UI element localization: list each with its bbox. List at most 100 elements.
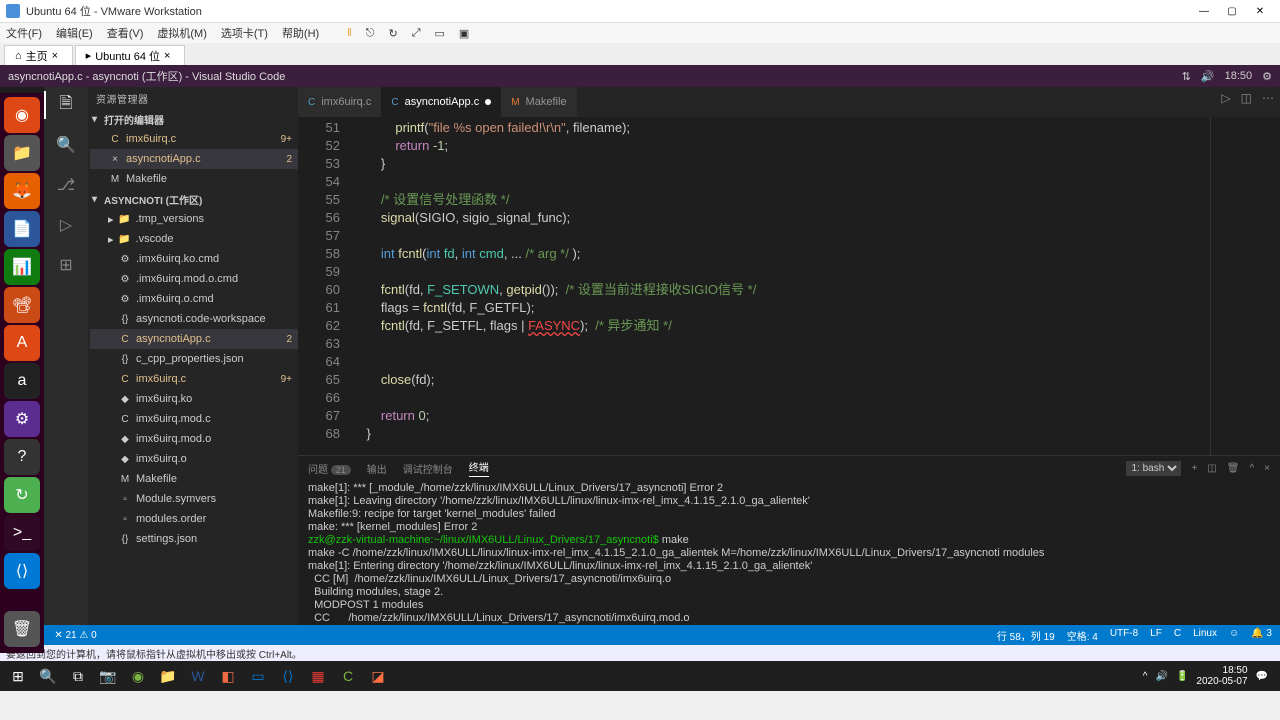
tray-date[interactable]: 2020-05-07 — [1196, 676, 1247, 687]
tab-terminal[interactable]: 终端 — [469, 459, 489, 477]
tree-file[interactable]: {}asyncnoti.code-workspace — [90, 309, 298, 329]
taskbar-app[interactable]: 📷 — [94, 663, 122, 689]
tray-time[interactable]: 18:50 — [1196, 665, 1247, 676]
tree-file[interactable]: ⚙.imx6uirq.o.cmd — [90, 289, 298, 309]
gear-icon[interactable]: ⚙ — [1262, 70, 1272, 83]
task-view-icon[interactable]: ⧉ — [64, 663, 92, 689]
maximize-button[interactable]: ▢ — [1218, 1, 1246, 21]
tray-icon[interactable]: ^ — [1143, 671, 1148, 682]
tree-file[interactable]: {}c_cpp_properties.json — [90, 349, 298, 369]
menu-help[interactable]: 帮助(H) — [282, 25, 319, 41]
dock-settings-icon[interactable]: ⚙ — [4, 401, 40, 437]
tree-file[interactable]: ▫modules.order — [90, 509, 298, 529]
tree-file[interactable]: ◆imx6uirq.ko — [90, 389, 298, 409]
more-icon[interactable]: ⋯ — [1262, 91, 1274, 105]
taskbar-app[interactable]: ◉ — [124, 663, 152, 689]
dock-software-icon[interactable]: A — [4, 325, 40, 361]
start-button[interactable]: ⊞ — [4, 663, 32, 689]
run-icon[interactable]: ▷ — [1221, 91, 1230, 105]
workspace-header[interactable]: ▾ASYNCNOTI (工作区) — [88, 189, 298, 209]
status-eol[interactable]: LF — [1150, 628, 1162, 643]
toolbar-icon[interactable]: ↻ — [388, 27, 397, 40]
toolbar-icon[interactable]: ▣ — [459, 27, 469, 40]
sound-icon[interactable]: 🔊 — [1201, 70, 1215, 83]
tree-file[interactable]: Cimx6uirq.mod.c — [90, 409, 298, 429]
tree-file[interactable]: ◆imx6uirq.mod.o — [90, 429, 298, 449]
open-editors-header[interactable]: ▾打开的编辑器 — [88, 109, 298, 129]
toolbar-icon[interactable]: ⤢ — [412, 27, 421, 40]
status-problems[interactable]: ✕ 21 ⚠ 0 — [54, 630, 96, 641]
dock-terminal-icon[interactable]: >_ — [4, 515, 40, 551]
editor[interactable]: 515253545556575859606162636465666768 pri… — [298, 117, 1280, 455]
dock-dash-icon[interactable]: ◉ — [4, 97, 40, 133]
dock-files-icon[interactable]: 📁 — [4, 135, 40, 171]
menu-edit[interactable]: 编辑(E) — [56, 25, 93, 41]
tree-file[interactable]: MMakefile — [90, 469, 298, 489]
menu-file[interactable]: 文件(F) — [6, 25, 42, 41]
open-editor-item[interactable]: Cimx6uirq.c9+ — [90, 129, 298, 149]
taskbar-app[interactable]: W — [184, 663, 212, 689]
search-icon[interactable]: 🔍 — [34, 663, 62, 689]
dock-update-icon[interactable]: ↻ — [4, 477, 40, 513]
tray-icon[interactable]: 🔋 — [1176, 671, 1188, 682]
tree-file[interactable]: ▫Module.symvers — [90, 489, 298, 509]
tree-file[interactable]: {}settings.json — [90, 529, 298, 549]
tree-file[interactable]: Cimx6uirq.c9+ — [90, 369, 298, 389]
dock-writer-icon[interactable]: 📄 — [4, 211, 40, 247]
code-content[interactable]: printf("file %s open failed!\r\n", filen… — [352, 117, 1210, 455]
new-terminal-icon[interactable]: + — [1191, 463, 1197, 474]
tree-file[interactable]: ⚙.imx6uirq.mod.o.cmd — [90, 269, 298, 289]
dock-amazon-icon[interactable]: a — [4, 363, 40, 399]
split-icon[interactable]: ◫ — [1241, 91, 1252, 105]
system-tray[interactable]: ^ 🔊 🔋 18:502020-05-07 💬 — [1143, 665, 1276, 687]
status-language[interactable]: C — [1174, 628, 1181, 643]
status-feedback-icon[interactable]: ☺ — [1229, 628, 1239, 643]
notifications-icon[interactable]: 💬 — [1256, 671, 1268, 682]
tab-output[interactable]: 输出 — [367, 461, 387, 476]
status-spaces[interactable]: 空格: 4 — [1067, 628, 1098, 643]
minimize-button[interactable]: — — [1190, 1, 1218, 21]
dock-firefox-icon[interactable]: 🦊 — [4, 173, 40, 209]
taskbar-app[interactable]: 📁 — [154, 663, 182, 689]
tree-file[interactable]: ⚙.imx6uirq.ko.cmd — [90, 249, 298, 269]
tab-debug-console[interactable]: 调试控制台 — [403, 461, 453, 476]
toolbar-icon[interactable]: ▭ — [435, 27, 445, 40]
network-icon[interactable]: ⇅ — [1182, 70, 1191, 83]
tree-folder[interactable]: ▸📁.tmp_versions — [90, 209, 298, 229]
split-terminal-icon[interactable]: ◫ — [1207, 463, 1216, 474]
editor-tab-active[interactable]: CasyncnotiApp.c — [381, 87, 501, 117]
taskbar-app[interactable]: ⟨⟩ — [274, 663, 302, 689]
dock-help-icon[interactable]: ? — [4, 439, 40, 475]
trash-icon[interactable]: 🗑 — [1227, 463, 1240, 474]
search-icon[interactable]: 🔍 — [54, 133, 78, 157]
tab-problems[interactable]: 问题 21 — [308, 461, 351, 476]
status-bell[interactable]: 🔔 3 — [1251, 628, 1272, 643]
tree-file[interactable]: CasyncnotiApp.c2 — [90, 329, 298, 349]
taskbar-app[interactable]: ▭ — [244, 663, 272, 689]
pause-icon[interactable]: ‖ — [347, 27, 352, 39]
dock-trash-icon[interactable]: 🗑 — [4, 611, 40, 647]
tree-folder[interactable]: ▸📁.vscode — [90, 229, 298, 249]
dock-impress-icon[interactable]: 📽 — [4, 287, 40, 323]
taskbar-app[interactable]: ◧ — [214, 663, 242, 689]
dock-vscode-icon[interactable]: ⟨⟩ — [4, 553, 40, 589]
status-cursor[interactable]: 行 58，列 19 — [997, 628, 1055, 643]
explorer-icon[interactable]: 🗎 — [54, 93, 78, 117]
maximize-panel-icon[interactable]: ^ — [1249, 463, 1254, 474]
terminal-shell-select[interactable]: 1: bash — [1126, 461, 1181, 476]
tree-file[interactable]: ◆imx6uirq.o — [90, 449, 298, 469]
taskbar-app[interactable]: ▦ — [304, 663, 332, 689]
source-control-icon[interactable]: ⎇ — [54, 173, 78, 197]
terminal-output[interactable]: make[1]: *** [_module_/home/zzk/linux/IM… — [298, 480, 1280, 625]
tab-home[interactable]: ⌂主页× — [4, 45, 73, 65]
minimap[interactable] — [1210, 117, 1280, 455]
extensions-icon[interactable]: ⊞ — [54, 253, 78, 277]
taskbar-app[interactable]: C — [334, 663, 362, 689]
close-button[interactable]: ✕ — [1246, 1, 1274, 21]
dock-calc-icon[interactable]: 📊 — [4, 249, 40, 285]
toolbar-icon[interactable]: ⎋ — [366, 27, 375, 40]
menu-view[interactable]: 查看(V) — [107, 25, 144, 41]
tray-icon[interactable]: 🔊 — [1155, 671, 1167, 682]
tab-guest[interactable]: ▸Ubuntu 64 位× — [75, 45, 185, 65]
status-encoding[interactable]: UTF-8 — [1110, 628, 1138, 643]
